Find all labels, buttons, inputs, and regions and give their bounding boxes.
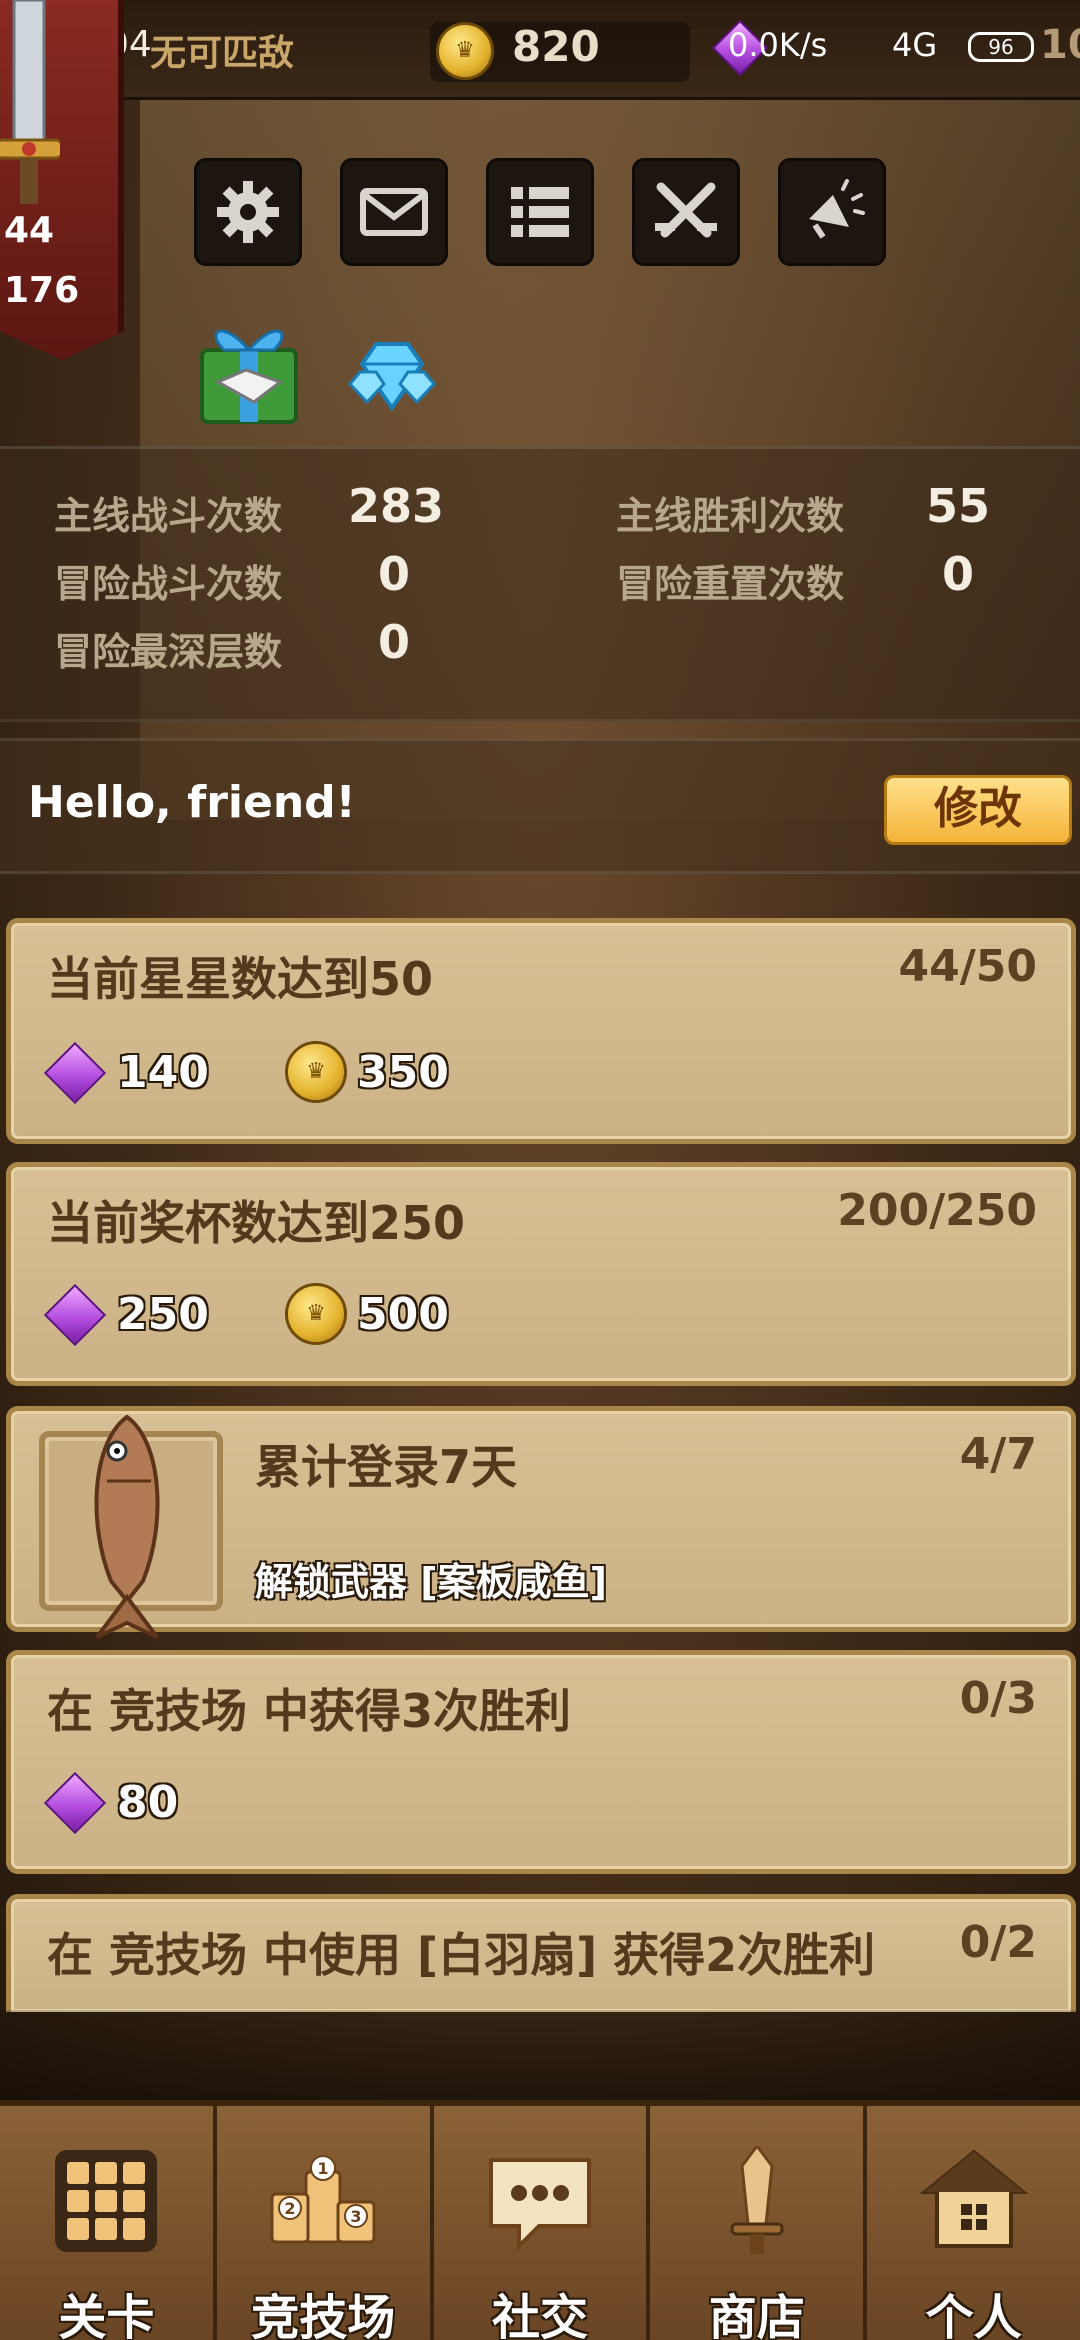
gold-reward: 500 (285, 1283, 449, 1345)
announcement-icon (809, 179, 865, 239)
nav-shop[interactable]: 商店 (650, 2106, 868, 2340)
svg-text:1: 1 (318, 2159, 329, 2178)
task-progress: 0/2 (959, 1917, 1037, 1968)
main-wins-label: 主线胜利次数 (616, 494, 845, 538)
announcement-button[interactable] (778, 158, 886, 266)
settings-button[interactable] (194, 158, 302, 266)
adventure-depth-label: 冒险最深层数 (54, 630, 283, 674)
diamond-icon[interactable] (346, 330, 438, 420)
main-battles-label: 主线战斗次数 (54, 494, 283, 538)
task-card-arena-wins[interactable]: 在 竞技场 中获得3次胜利 0/3 80 (6, 1650, 1076, 1874)
nav-arena[interactable]: 1 2 3 竞技场 (216, 2106, 434, 2340)
sword-icon (0, 0, 60, 204)
svg-text:3: 3 (351, 2207, 362, 2226)
greeting-text: Hello, friend! (28, 777, 356, 828)
task-title: 当前星星数达到50 (47, 952, 434, 1006)
sword-icon (730, 2146, 784, 2254)
gold-reward-amount: 350 (357, 1046, 449, 1098)
greeting-panel: Hello, friend! 修改 (0, 738, 1080, 874)
network-type: 4G (892, 26, 938, 64)
nav-profile[interactable]: 个人 (867, 2106, 1080, 2340)
stats-panel: 主线战斗次数 283 主线胜利次数 55 冒险战斗次数 0 冒险重置次数 0 冒… (0, 446, 1080, 722)
gem-reward: 140 (43, 1041, 209, 1104)
task-card-trophies[interactable]: 当前奖杯数达到250 200/250 250 500 (6, 1162, 1076, 1386)
main-wins-value: 55 (926, 479, 991, 533)
gem-reward-amount: 140 (117, 1047, 209, 1098)
edit-greeting-button[interactable]: 修改 (884, 775, 1072, 845)
adventure-resets-label: 冒险重置次数 (616, 562, 845, 606)
chat-icon (488, 2158, 591, 2251)
battle-button[interactable] (632, 158, 740, 266)
task-progress: 200/250 (837, 1185, 1037, 1236)
mail-icon (360, 188, 428, 236)
list-fade (0, 2010, 1080, 2100)
task-progress: 44/50 (898, 941, 1037, 992)
gold-amount: 820 (512, 22, 600, 71)
gift-icon[interactable] (194, 310, 304, 428)
adventure-depth-value: 0 (378, 615, 411, 669)
task-progress: 4/7 (959, 1429, 1037, 1480)
nav-label: 社交 (491, 2290, 588, 2340)
grid-icon (55, 2150, 158, 2252)
gold-reward: 350 (285, 1041, 449, 1103)
task-unlock-reward: 解锁武器 [案板咸鱼] (255, 1560, 607, 1604)
house-icon (918, 2149, 1029, 2248)
banner-level: 44 (4, 210, 55, 251)
list-icon (511, 187, 569, 237)
battery-indicator: 96 (968, 32, 1034, 62)
salted-fish-icon (94, 1414, 160, 1639)
gear-icon (217, 181, 279, 243)
nav-label: 竞技场 (251, 2290, 396, 2340)
gold-reward-amount: 500 (357, 1288, 449, 1340)
gem-reward: 250 (43, 1283, 209, 1346)
gem-reward-amount: 80 (117, 1777, 179, 1828)
task-title: 在 竞技场 中使用 [白羽扇] 获得2次胜利 (47, 1928, 876, 1982)
gold-coin-icon (285, 1041, 347, 1103)
nav-levels[interactable]: 关卡 (0, 2106, 217, 2340)
gem-icon (43, 1771, 107, 1834)
gold-coin-icon (436, 22, 494, 80)
adventure-battles-label: 冒险战斗次数 (54, 562, 283, 606)
gold-coin-icon (285, 1283, 347, 1345)
podium-icon: 1 2 3 (270, 2155, 376, 2244)
gem-reward: 80 (43, 1771, 179, 1834)
player-title: 无可匹敌 (150, 33, 295, 74)
status-bar: 12:04 无可匹敌 820 0.0K/s 4G 96 10 (0, 0, 1080, 100)
mail-button[interactable] (340, 158, 448, 266)
task-title: 累计登录7天 (255, 1440, 518, 1494)
gem-icon (43, 1041, 107, 1104)
adventure-battles-value: 0 (378, 547, 411, 601)
svg-text:2: 2 (285, 2199, 296, 2218)
task-card-arena-fan[interactable]: 在 竞技场 中使用 [白羽扇] 获得2次胜利 0/2 (6, 1894, 1076, 2012)
nav-label: 商店 (708, 2290, 805, 2340)
task-title: 当前奖杯数达到250 (47, 1196, 466, 1250)
task-progress: 0/3 (959, 1673, 1037, 1724)
task-title: 在 竞技场 中获得3次胜利 (47, 1684, 572, 1738)
bottom-nav: 关卡 1 2 3 竞技场 社交 商店 个人 (0, 2100, 1080, 2340)
net-speed: 0.0K/s (728, 26, 828, 64)
gem-icon (43, 1283, 107, 1346)
gem-reward-amount: 250 (117, 1289, 209, 1340)
task-card-stars[interactable]: 当前星星数达到50 44/50 140 350 (6, 918, 1076, 1144)
nav-social[interactable]: 社交 (433, 2106, 651, 2340)
nav-label: 个人 (925, 2290, 1022, 2340)
banner-score: 176 (4, 270, 80, 311)
main-battles-value: 283 (348, 479, 445, 533)
diamond-amount-partial: 10 (1040, 22, 1080, 68)
adventure-resets-value: 0 (942, 547, 975, 601)
list-button[interactable] (486, 158, 594, 266)
nav-label: 关卡 (58, 2290, 155, 2340)
task-card-login[interactable]: 累计登录7天 4/7 解锁武器 [案板咸鱼] (6, 1406, 1076, 1639)
rank-banner[interactable]: 44 176 (0, 0, 124, 360)
crossed-swords-icon (655, 182, 717, 238)
